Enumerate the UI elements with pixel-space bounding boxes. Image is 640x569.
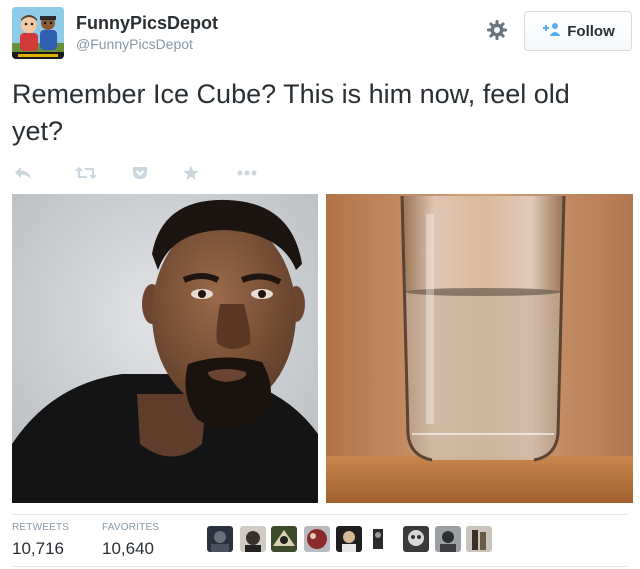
add-user-icon bbox=[541, 22, 561, 41]
user-avatar[interactable] bbox=[304, 526, 330, 552]
star-icon bbox=[183, 165, 199, 180]
retweets-label: RETWEETS bbox=[12, 522, 70, 533]
pocket-icon bbox=[133, 167, 147, 179]
user-avatar[interactable] bbox=[435, 526, 461, 552]
display-name[interactable]: FunnyPicsDepot bbox=[76, 13, 218, 33]
avatar[interactable] bbox=[12, 7, 64, 59]
reply-button[interactable] bbox=[14, 162, 32, 184]
favorite-button[interactable] bbox=[183, 162, 199, 184]
user-avatar[interactable] bbox=[207, 526, 233, 552]
user-avatar[interactable] bbox=[271, 526, 297, 552]
tweet-text: Remember Ice Cube? This is him now, feel… bbox=[12, 79, 570, 146]
gear-icon[interactable] bbox=[486, 19, 508, 41]
divider bbox=[12, 514, 628, 515]
favorites-count: 10,640 bbox=[102, 539, 154, 558]
user-avatar[interactable] bbox=[466, 526, 492, 552]
retweet-icon bbox=[75, 167, 97, 179]
follow-label: Follow bbox=[567, 22, 615, 40]
follow-button[interactable]: Follow bbox=[524, 11, 632, 51]
account-handle[interactable]: @FunnyPicsDepot bbox=[76, 35, 218, 53]
retweet-button[interactable] bbox=[75, 162, 97, 184]
tweet-header: FunnyPicsDepot @FunnyPicsDepot Follow bbox=[12, 7, 632, 59]
user-avatar[interactable] bbox=[371, 526, 385, 552]
more-icon bbox=[237, 170, 257, 176]
divider bbox=[12, 566, 628, 567]
account-names: FunnyPicsDepot @FunnyPicsDepot bbox=[76, 13, 218, 53]
favorites-label: FAVORITES bbox=[102, 522, 160, 533]
tweet-media bbox=[12, 194, 633, 503]
tweet-actions bbox=[12, 162, 312, 184]
glass-of-water-photo[interactable] bbox=[326, 194, 633, 503]
more-button[interactable] bbox=[236, 162, 258, 184]
favorites-stat[interactable]: FAVORITES 10,640 bbox=[102, 522, 159, 560]
user-avatar[interactable] bbox=[403, 526, 429, 552]
user-avatar[interactable] bbox=[240, 526, 266, 552]
pocket-button[interactable] bbox=[132, 162, 148, 184]
portrait-photo[interactable] bbox=[12, 194, 318, 503]
retweets-count: 10,716 bbox=[12, 539, 64, 558]
user-avatar[interactable] bbox=[336, 526, 362, 552]
retweets-stat[interactable]: RETWEETS 10,716 bbox=[12, 522, 69, 560]
reply-icon bbox=[15, 167, 31, 179]
